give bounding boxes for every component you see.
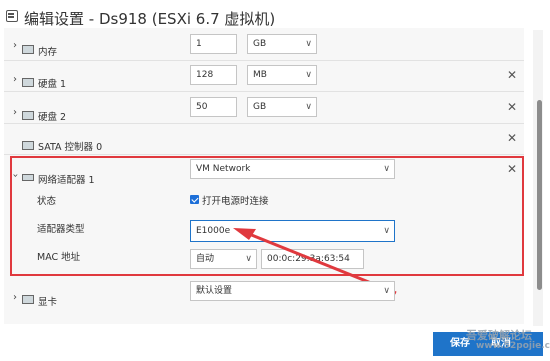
video-select[interactable]: 默认设置 ∨ — [190, 281, 395, 301]
arrow-annotation — [233, 228, 397, 295]
watermark-line2: www.52pojie.cn — [476, 341, 550, 351]
video-label: 显卡 — [38, 297, 58, 308]
video-value: 默认设置 — [196, 286, 233, 296]
chevron-right-icon[interactable]: › — [13, 292, 17, 303]
display-icon — [22, 295, 34, 304]
scrollbar-thumb[interactable] — [537, 100, 542, 290]
chevron-down-icon: ∨ — [383, 286, 390, 296]
